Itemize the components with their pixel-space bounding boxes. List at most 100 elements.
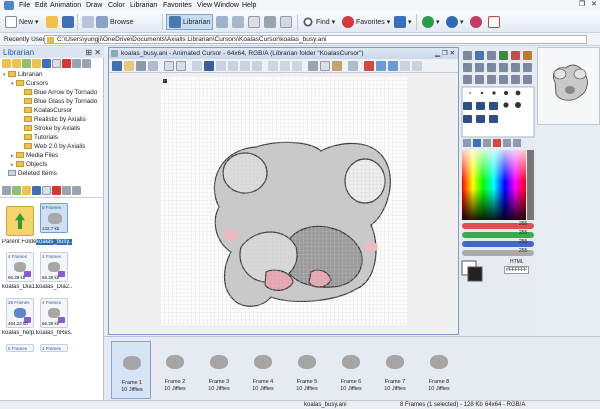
- options-icon[interactable]: [82, 59, 91, 68]
- filter-icon[interactable]: [348, 61, 358, 71]
- cut-icon[interactable]: [308, 61, 318, 71]
- thumb-koalas-busy[interactable]: 8 Frames 132.7 kb: [40, 203, 68, 233]
- zoom-out-icon[interactable]: [388, 61, 398, 71]
- tree-item-librarian[interactable]: ▾ Librarian: [3, 71, 43, 79]
- thumb-parent-folder[interactable]: [6, 206, 34, 236]
- frame-delete-icon[interactable]: [292, 61, 302, 71]
- frame-3[interactable]: Frame 3 10 Jiffies: [199, 341, 239, 399]
- tree-item-realistic[interactable]: Realistic by Axialis: [24, 116, 86, 124]
- zoom-in-icon[interactable]: [376, 61, 386, 71]
- tree-item-tutorials[interactable]: Tutorials: [24, 134, 58, 142]
- no-entry-button[interactable]: [468, 14, 484, 30]
- options-icon[interactable]: [72, 186, 81, 195]
- effects-icon[interactable]: [364, 61, 374, 71]
- pin-close-icon[interactable]: ⊞ ✕: [85, 47, 101, 58]
- close-icon[interactable]: ✕: [588, 0, 600, 10]
- alpha-value[interactable]: 255: [519, 248, 527, 254]
- save-button[interactable]: [60, 14, 76, 30]
- menu-favorites[interactable]: Favorites: [163, 2, 192, 9]
- html-color-field[interactable]: #FFFFFF: [504, 266, 530, 274]
- redo-icon[interactable]: [176, 61, 186, 71]
- thumb-koalas-dia1[interactable]: 4 Frames 66.39 kb: [6, 252, 34, 282]
- menu-color[interactable]: Color: [108, 2, 125, 9]
- frame-5[interactable]: Frame 5 10 Jiffies: [287, 341, 327, 399]
- frame-7[interactable]: Frame 7 10 Jiffies: [375, 341, 415, 399]
- delete-icon[interactable]: [62, 59, 71, 68]
- frame-6[interactable]: Frame 6 10 Jiffies: [331, 341, 371, 399]
- frame-8[interactable]: Frame 8 10 Jiffies: [419, 341, 459, 399]
- thumb-koalas-help[interactable]: 28 Frames 464.22 kb: [6, 298, 34, 328]
- blue-value[interactable]: 255: [519, 239, 527, 245]
- frame-prev-icon[interactable]: [268, 61, 278, 71]
- flip-icon[interactable]: [240, 61, 250, 71]
- frame-add-icon[interactable]: [280, 61, 290, 71]
- tree-item-blue-glass[interactable]: Blue Glass by Tornado: [24, 98, 97, 106]
- grid-toggle-icon[interactable]: [204, 61, 214, 71]
- view-icon[interactable]: [2, 186, 11, 195]
- red-value[interactable]: 255: [519, 221, 527, 227]
- cut-button[interactable]: [262, 14, 278, 30]
- menu-edit[interactable]: Edit: [35, 2, 47, 9]
- copy-icon[interactable]: [42, 186, 51, 195]
- move-icon[interactable]: [62, 186, 71, 195]
- menu-librarian[interactable]: Librarian: [130, 2, 157, 9]
- tree-item-media[interactable]: ▸ Media Files: [11, 152, 58, 160]
- menu-animation[interactable]: Animation: [50, 2, 81, 9]
- pixel-canvas[interactable]: [161, 77, 408, 325]
- frame-1[interactable]: Frame 1 10 Jiffies: [111, 341, 151, 399]
- find-button[interactable]: Find ▾: [300, 14, 337, 30]
- copy-icon[interactable]: [320, 61, 330, 71]
- tasks-button[interactable]: [486, 14, 502, 30]
- tree-item-blue-arrow[interactable]: Blue Arrow by Tornado: [24, 89, 97, 97]
- copy-icon[interactable]: [52, 59, 61, 68]
- undo-icon[interactable]: [164, 61, 174, 71]
- move-icon[interactable]: [72, 59, 81, 68]
- path-field[interactable]: C:\Users\yungji\OneDrive\Documents\Axial…: [44, 35, 587, 44]
- thumb-koalas-dia2[interactable]: 4 Frames 66.39 kb: [40, 252, 68, 282]
- help-button[interactable]: ▾: [444, 14, 466, 30]
- zoom-fit-icon[interactable]: [400, 61, 410, 71]
- menu-window[interactable]: Window: [214, 2, 239, 9]
- preview-icon[interactable]: [412, 61, 422, 71]
- folder-icon[interactable]: [124, 61, 134, 71]
- view-button[interactable]: [214, 14, 230, 30]
- copy-button[interactable]: [278, 14, 294, 30]
- save-icon[interactable]: [42, 59, 51, 68]
- menu-file[interactable]: File: [19, 2, 30, 9]
- green-value[interactable]: 255: [519, 230, 527, 236]
- tree-item-web20[interactable]: Web 2.0 by Axialis: [24, 143, 85, 151]
- green-icon[interactable]: [22, 59, 31, 68]
- new-folder-icon[interactable]: [12, 59, 21, 68]
- grid-view-button[interactable]: [230, 14, 246, 30]
- thumb-koalas-hres[interactable]: 4 Frames 66.39 kb: [40, 298, 68, 328]
- thumb-item[interactable]: 4 Frames: [40, 344, 68, 352]
- restore-icon[interactable]: ❐: [576, 0, 588, 10]
- paste-icon[interactable]: [332, 61, 342, 71]
- tree-item-cursors[interactable]: ▾ Cursors: [11, 80, 48, 88]
- rotate-icon[interactable]: [252, 61, 262, 71]
- folder-icon[interactable]: [32, 59, 41, 68]
- frame-2[interactable]: Frame 2 10 Jiffies: [155, 341, 195, 399]
- select-icon[interactable]: [192, 61, 202, 71]
- folder-up-icon[interactable]: [2, 59, 11, 68]
- menu-view[interactable]: View: [197, 2, 212, 9]
- menu-draw[interactable]: Draw: [86, 2, 102, 9]
- resize-icon[interactable]: [228, 61, 238, 71]
- display-button[interactable]: ▾: [392, 14, 414, 30]
- thumb-item[interactable]: 5 Frames: [6, 344, 34, 352]
- web-button[interactable]: ▾: [420, 14, 442, 30]
- open-button[interactable]: [44, 14, 60, 30]
- export-icon[interactable]: [136, 61, 146, 71]
- menu-help[interactable]: Help: [242, 2, 256, 9]
- editor-window-controls[interactable]: ▁ ❐ ✕: [435, 48, 455, 59]
- librarian-button[interactable]: Librarian: [166, 14, 214, 30]
- delete-icon[interactable]: [52, 186, 61, 195]
- folder-icon[interactable]: [22, 186, 31, 195]
- test-icon[interactable]: [148, 61, 158, 71]
- add-icon[interactable]: [12, 186, 21, 195]
- browse-button[interactable]: Browse: [94, 14, 135, 30]
- save-icon[interactable]: [32, 186, 41, 195]
- tree-item-deleted[interactable]: Deleted Items: [3, 170, 57, 178]
- tree-item-koalas[interactable]: KoalasCursor: [24, 107, 72, 115]
- favorites-button[interactable]: Favorites ▾: [340, 14, 392, 30]
